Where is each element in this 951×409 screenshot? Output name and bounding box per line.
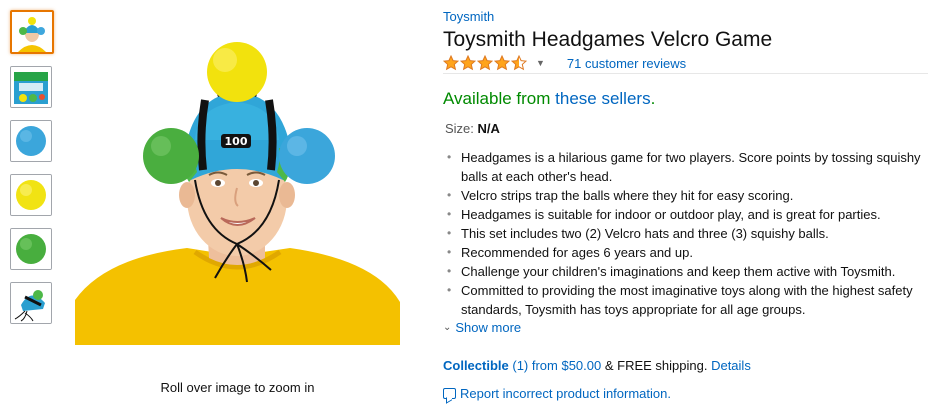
feature-bullets: Headgames is a hilarious game for two pl… [443, 148, 928, 319]
feature-bullet: Headgames is suitable for indoor or outd… [443, 205, 928, 224]
brand-link[interactable]: Toysmith [443, 9, 494, 24]
svg-text:100: 100 [225, 135, 248, 148]
velcro-hat-icon [11, 283, 51, 323]
availability-text: Available from these sellers. [443, 89, 655, 109]
product-title: Toysmith Headgames Velcro Game [443, 28, 773, 51]
show-more-button[interactable]: ⌄ Show more [443, 320, 521, 335]
star-icon [477, 55, 493, 71]
customer-reviews-link[interactable]: 71 customer reviews [567, 56, 686, 71]
collectible-link[interactable]: Collectible [443, 358, 509, 373]
shipping-text: & FREE shipping. [601, 358, 712, 373]
rating-row: ▼ 71 customer reviews [443, 54, 686, 72]
star-icon [494, 55, 510, 71]
feature-bullet: Recommended for ages 6 years and up. [443, 243, 928, 262]
divider [443, 73, 928, 74]
main-product-image[interactable]: 100 [75, 20, 400, 345]
feature-bullet: Headgames is a hilarious game for two pl… [443, 148, 928, 186]
yellow-ball-icon [11, 175, 51, 215]
thumb-blue-ball[interactable] [10, 120, 52, 162]
show-more-label: Show more [455, 320, 522, 335]
speech-bubble-icon [443, 388, 456, 399]
thumb-green-ball[interactable] [10, 228, 52, 270]
availability-suffix: . [650, 89, 656, 108]
thumb-yellow-ball[interactable] [10, 174, 52, 216]
star-icon [443, 55, 459, 71]
sellers-link[interactable]: these sellers [555, 89, 650, 108]
size-label: Size: [445, 121, 478, 136]
blue-ball-icon [11, 121, 51, 161]
thumb-hat[interactable] [10, 282, 52, 324]
feature-bullet: Committed to providing the most imaginat… [443, 281, 928, 319]
star-icon [460, 55, 476, 71]
chevron-down-icon[interactable]: ▼ [536, 58, 545, 68]
kid-with-headgear-icon [12, 12, 52, 52]
report-label: Report incorrect product information. [460, 386, 671, 401]
green-ball-icon [11, 229, 51, 269]
star-rating[interactable] [443, 55, 528, 71]
thumbnail-strip [10, 10, 54, 336]
offer-count-link[interactable]: (1) from $50.00 [509, 358, 601, 373]
feature-bullet: This set includes two (2) Velcro hats an… [443, 224, 928, 243]
thumb-product-photo[interactable] [10, 10, 54, 54]
report-incorrect-info-link[interactable]: Report incorrect product information. [443, 386, 671, 401]
offers-line: Collectible (1) from $50.00 & FREE shipp… [443, 358, 751, 373]
thumb-box[interactable] [10, 66, 52, 108]
availability-prefix: Available from [443, 89, 556, 108]
feature-bullet: Velcro strips trap the balls where they … [443, 186, 928, 205]
size-info: Size: N/A [445, 121, 500, 136]
kid-wearing-headgames-hat-image: 100 [75, 20, 400, 345]
zoom-hint-text: Roll over image to zoom in [160, 380, 315, 395]
details-link[interactable]: Details [711, 358, 751, 373]
chevron-down-icon: ⌄ [443, 322, 452, 333]
game-box-icon [11, 67, 51, 107]
feature-bullet: Challenge your children's imaginations a… [443, 262, 928, 281]
star-icon [511, 55, 527, 71]
size-value: N/A [477, 121, 500, 136]
